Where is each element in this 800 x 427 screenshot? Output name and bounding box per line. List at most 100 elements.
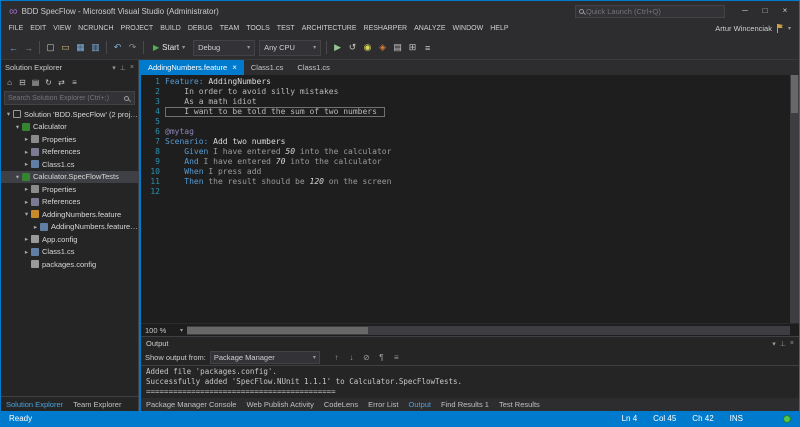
- code-text-area[interactable]: Feature: AddingNumbers In order to avoid…: [165, 75, 799, 323]
- menu-item-edit[interactable]: EDIT: [27, 21, 50, 36]
- user-area[interactable]: Artur Wincenciak ▾: [715, 24, 799, 33]
- ncrunch-status-icon[interactable]: [783, 415, 791, 423]
- code-line[interactable]: Given I have entered 50 into the calcula…: [165, 147, 799, 157]
- tree-item[interactable]: ▸Properties: [1, 133, 138, 146]
- menu-item-file[interactable]: FILE: [5, 21, 27, 36]
- code-line[interactable]: Feature: AddingNumbers: [165, 77, 799, 87]
- tree-item[interactable]: ▸References: [1, 196, 138, 209]
- expander-collapsed-icon[interactable]: ▸: [22, 198, 31, 206]
- collapse-all-icon[interactable]: ⊟: [16, 78, 29, 87]
- horizontal-scrollbar[interactable]: [187, 326, 790, 335]
- vertical-scrollbar-thumb[interactable]: [791, 75, 798, 113]
- expander-collapsed-icon[interactable]: ▸: [22, 160, 31, 168]
- quick-launch-input[interactable]: [586, 7, 721, 16]
- expander-expanded-icon[interactable]: ▾: [4, 110, 13, 118]
- refresh-icon[interactable]: ↻: [42, 78, 55, 87]
- quick-launch-box[interactable]: [575, 5, 725, 18]
- start-debugging-button[interactable]: ▶ Start ▾: [147, 39, 191, 57]
- panel-tab-test-results[interactable]: Test Results: [494, 398, 545, 411]
- sync-with-active-document-icon[interactable]: ⇄: [55, 78, 68, 87]
- show-all-files-icon[interactable]: ▤: [29, 78, 42, 87]
- toggle-autoscroll-icon[interactable]: ≡: [390, 353, 403, 362]
- panel-tab-output[interactable]: Output: [404, 398, 437, 411]
- word-wrap-icon[interactable]: ¶: [375, 353, 388, 362]
- pin-icon[interactable]: ⊥: [780, 340, 786, 348]
- new-file-icon[interactable]: ▢: [43, 42, 58, 53]
- menu-item-analyze[interactable]: ANALYZE: [411, 21, 449, 36]
- solution-platforms-icon[interactable]: ⊞: [405, 42, 420, 53]
- undo-icon[interactable]: ↶: [110, 42, 125, 53]
- tree-item[interactable]: ▾Calculator: [1, 121, 138, 134]
- solution-platform-dropdown[interactable]: Any CPU ▾: [259, 40, 321, 56]
- menu-item-debug[interactable]: DEBUG: [184, 21, 216, 36]
- output-log[interactable]: Added file 'packages.config'.Successfull…: [141, 366, 799, 398]
- horizontal-scrollbar-thumb[interactable]: [187, 327, 368, 334]
- menu-item-project[interactable]: PROJECT: [117, 21, 157, 36]
- debug-history-icon[interactable]: ↺: [345, 42, 360, 53]
- expander-collapsed-icon[interactable]: ▸: [22, 148, 31, 156]
- tree-item[interactable]: ▾Calculator.SpecFlowTests: [1, 171, 138, 184]
- code-line[interactable]: [165, 187, 799, 197]
- expander-expanded-icon[interactable]: ▾: [13, 123, 22, 131]
- redo-icon[interactable]: ↷: [125, 42, 140, 53]
- solution-configuration-dropdown[interactable]: Debug ▾: [193, 40, 255, 56]
- code-line[interactable]: I want to be told the sum of two numbers: [165, 107, 385, 117]
- tree-item[interactable]: ▸App.config: [1, 233, 138, 246]
- editor-tab[interactable]: Class1.cs: [290, 60, 337, 75]
- tree-item[interactable]: ▾AddingNumbers.feature: [1, 208, 138, 221]
- tool-tab-team-explorer[interactable]: Team Explorer: [68, 398, 126, 411]
- close-icon[interactable]: ×: [790, 340, 794, 348]
- code-line[interactable]: In order to avoid silly mistakes: [165, 87, 799, 97]
- tree-item[interactable]: ▾Solution 'BDD.SpecFlow' (2 projects): [1, 108, 138, 121]
- code-line[interactable]: When I press add: [165, 167, 799, 177]
- run-tests-icon[interactable]: ▶: [330, 42, 345, 53]
- menu-item-resharper[interactable]: RESHARPER: [360, 21, 411, 36]
- solution-explorer-search-input[interactable]: [8, 95, 124, 102]
- tree-item[interactable]: packages.config: [1, 258, 138, 271]
- expander-collapsed-icon[interactable]: ▸: [22, 135, 31, 143]
- ncrunch-engine-icon[interactable]: ◉: [360, 42, 375, 53]
- expander-collapsed-icon[interactable]: ▸: [22, 248, 31, 256]
- expander-collapsed-icon[interactable]: ▸: [22, 185, 31, 193]
- menu-item-team[interactable]: TEAM: [216, 21, 242, 36]
- window-position-icon[interactable]: ▾: [772, 340, 776, 348]
- menu-item-window[interactable]: WINDOW: [449, 21, 487, 36]
- home-icon[interactable]: ⌂: [3, 78, 16, 87]
- editor-tab[interactable]: AddingNumbers.feature×: [141, 60, 244, 75]
- tool-tab-solution-explorer[interactable]: Solution Explorer: [1, 398, 68, 411]
- tree-item[interactable]: ▸Class1.cs: [1, 158, 138, 171]
- expander-expanded-icon[interactable]: ▾: [22, 210, 31, 218]
- clear-all-icon[interactable]: ⊘: [360, 353, 373, 362]
- close-button[interactable]: ×: [775, 3, 795, 19]
- tree-item[interactable]: ▸Class1.cs: [1, 246, 138, 259]
- menu-item-test[interactable]: TEST: [273, 21, 298, 36]
- properties-icon[interactable]: ≡: [68, 78, 81, 87]
- solution-explorer-search-box[interactable]: [4, 91, 135, 105]
- find-in-files-icon[interactable]: ▤: [390, 42, 405, 53]
- panel-tab-find-results-1[interactable]: Find Results 1: [436, 398, 494, 411]
- tree-item[interactable]: ▸Properties: [1, 183, 138, 196]
- panel-tab-package-manager-console[interactable]: Package Manager Console: [141, 398, 241, 411]
- expander-collapsed-icon[interactable]: ▸: [31, 223, 40, 231]
- close-icon[interactable]: ×: [130, 64, 134, 72]
- code-line[interactable]: As a math idiot: [165, 97, 799, 107]
- expander-expanded-icon[interactable]: ▾: [13, 173, 22, 181]
- goto-next-message-icon[interactable]: ↓: [345, 353, 358, 362]
- menu-item-architecture[interactable]: ARCHITECTURE: [298, 21, 360, 36]
- save-icon[interactable]: ▦: [73, 42, 88, 53]
- editor-tab[interactable]: Class1.cs: [244, 60, 291, 75]
- panel-tab-error-list[interactable]: Error List: [363, 398, 403, 411]
- close-icon[interactable]: ×: [232, 64, 237, 72]
- code-line[interactable]: Scenario: Add two numbers: [165, 137, 799, 147]
- menu-item-build[interactable]: BUILD: [157, 21, 185, 36]
- window-position-icon[interactable]: ▾: [112, 64, 116, 72]
- navigate-backward-icon[interactable]: ←: [6, 43, 21, 53]
- panel-tab-codelens[interactable]: CodeLens: [319, 398, 363, 411]
- resharper-icon[interactable]: ◈: [375, 42, 390, 53]
- expander-collapsed-icon[interactable]: ▸: [22, 235, 31, 243]
- pin-icon[interactable]: ⊥: [120, 64, 126, 72]
- code-editor[interactable]: 123456789101112 Feature: AddingNumbers I…: [141, 75, 799, 323]
- vertical-scrollbar[interactable]: [790, 75, 799, 323]
- minimize-button[interactable]: ─: [735, 3, 755, 19]
- options-icon[interactable]: ≡: [420, 43, 435, 53]
